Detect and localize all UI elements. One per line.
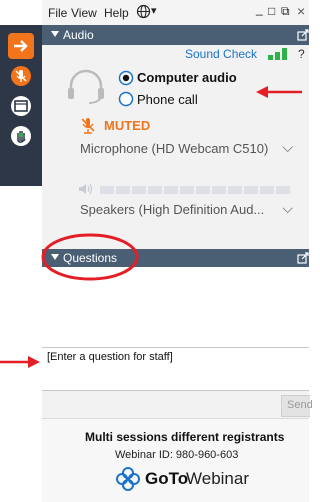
annotation-arrow-audio	[256, 86, 302, 98]
annotation-overlay	[0, 86, 302, 368]
annotation-circle-questions	[41, 233, 139, 281]
annotation-arrow-question-input	[0, 356, 40, 368]
